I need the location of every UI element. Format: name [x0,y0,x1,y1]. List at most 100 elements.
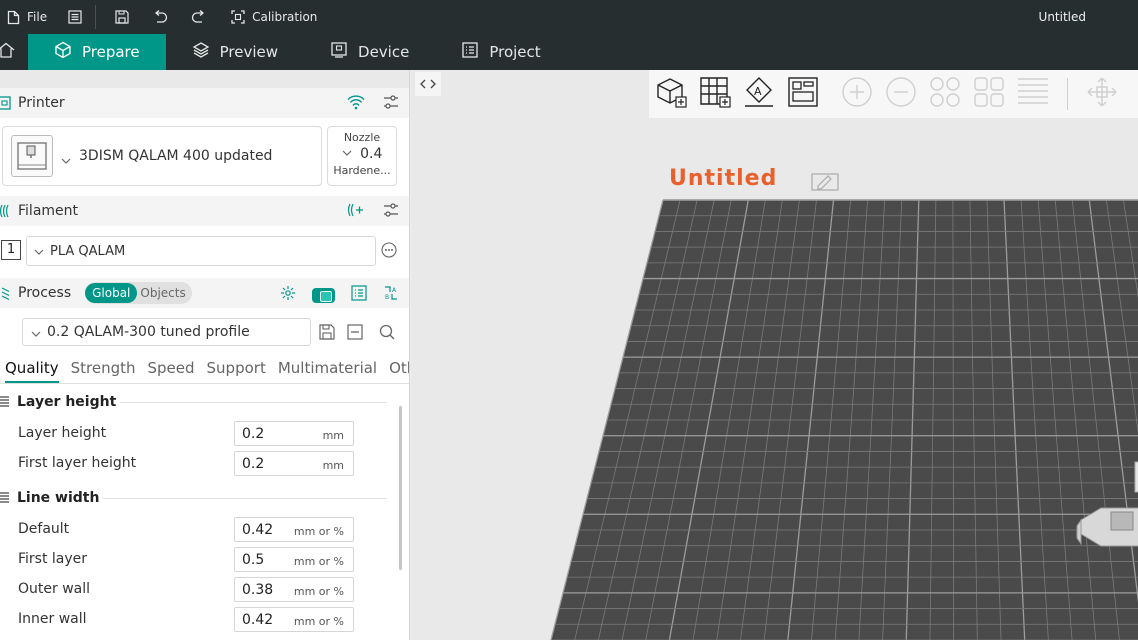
compare-icon[interactable]: AB [383,285,399,305]
layer-group-icon [0,396,11,408]
sidebar-top-strip [0,70,409,88]
document-title: Untitled [1038,10,1086,24]
add-plate-button[interactable] [693,70,737,118]
add-filament-icon[interactable] [347,202,365,222]
build-plate[interactable] [411,70,1138,640]
viewport-toolbar: A [649,70,1138,118]
subtab-others[interactable]: Oth... [389,359,409,383]
move-button[interactable] [1080,70,1124,118]
zoom-in-button[interactable] [835,70,879,118]
undo-button[interactable] [152,0,168,34]
remove-profile-icon[interactable] [346,323,364,345]
zoom-in-icon [840,75,874,113]
subtab-strength[interactable]: Strength [71,359,136,383]
save-profile-icon[interactable] [318,323,336,345]
process-profile-selector[interactable]: 0.2 QALAM-300 tuned profile [22,318,311,346]
param-value: 0.42 [242,612,274,628]
first-layer-line-width-input[interactable]: 0.5 mm or % [234,547,354,572]
auto-orient-button[interactable]: A [737,70,781,118]
toolbar-separator [1067,78,1068,110]
save-button[interactable] [114,0,130,34]
inner-wall-line-width-input[interactable]: 0.42 mm or % [234,607,354,632]
layer-height-input[interactable]: 0.2 mm [234,421,354,446]
default-line-width-input[interactable]: 0.42 mm or % [234,517,354,542]
first-layer-height-input[interactable]: 0.2 mm [234,451,354,476]
plate-name: Untitled [669,168,778,191]
subtab-support[interactable]: Support [207,359,266,383]
tab-prepare-label: Prepare [82,43,140,61]
plate-name-label[interactable]: Untitled [669,168,869,194]
process-subtabs: Quality Strength Speed Support Multimate… [0,356,409,384]
printer-icon [0,95,14,111]
layers-icon [192,41,210,63]
tab-device[interactable]: Device [304,34,435,70]
undo-icon [152,9,168,25]
project-icon [461,41,479,63]
menu-icon [67,9,83,25]
redo-button[interactable] [190,0,206,34]
model-preview[interactable] [1071,460,1138,560]
tab-project[interactable]: Project [435,34,566,70]
filament-slot-number[interactable]: 1 [1,240,21,260]
zoom-out-button[interactable] [879,70,923,118]
process-list-icon[interactable] [351,285,367,305]
advanced-mode-switch[interactable] [312,287,335,303]
filament-selector[interactable]: PLA QALAM [26,236,376,266]
filament-icon [0,203,14,219]
filament-settings-icon[interactable] [383,202,399,222]
calibration-label: Calibration [252,10,318,24]
more-icon[interactable] [381,242,397,258]
subtab-speed[interactable]: Speed [148,359,195,383]
cube-icon [54,41,72,63]
process-icon [0,285,14,301]
add-cube-button[interactable] [649,70,693,118]
device-icon [330,41,348,63]
subtab-multimaterial[interactable]: Multimaterial [278,359,377,383]
param-label: Outer wall [18,581,91,597]
filament-section-header[interactable]: Filament [0,196,409,226]
profile-row: 0.2 QALAM-300 tuned profile [0,308,409,356]
save-icon [114,9,130,25]
global-objects-toggle[interactable]: Global Objects [85,282,192,304]
chevron-down-icon [34,246,44,256]
nozzle-selector[interactable]: Nozzle 0.4 Hardene... [327,126,397,186]
file-menu-label: File [27,10,48,24]
search-icon[interactable] [378,323,396,345]
advanced-icon[interactable] [280,285,296,305]
settings-scrollbar[interactable] [399,406,402,570]
wifi-icon[interactable] [347,94,365,114]
file-menu[interactable]: File [5,0,47,34]
calibration-menu[interactable]: Calibration [230,0,317,34]
printer-settings-icon[interactable] [383,94,399,114]
split-objects-button[interactable] [923,70,967,118]
param-label: Layer height [18,425,107,441]
printer-section-header[interactable]: Printer [0,88,409,118]
split-parts-button[interactable] [967,70,1011,118]
arrange-button[interactable] [781,70,825,118]
process-profile-name: 0.2 QALAM-300 tuned profile [47,324,250,340]
variable-layer-button[interactable] [1011,70,1055,118]
tab-preview[interactable]: Preview [166,34,304,70]
tab-prepare[interactable]: Prepare [28,34,166,70]
calibration-icon [230,9,246,25]
arrange-icon [786,75,820,113]
toggle-objects[interactable]: Objects [137,283,191,303]
outer-wall-line-width-input[interactable]: 0.38 mm or % [234,577,354,602]
tab-home[interactable] [0,34,28,70]
grid-icon [698,75,732,113]
3d-viewport[interactable]: A Untitled [411,70,1138,640]
layout-icon [972,75,1006,113]
group-divider [102,498,387,499]
param-first-layer-line-width: First layer 0.5 mm or % [0,544,409,574]
param-value: 0.2 [242,456,265,472]
toggle-global[interactable]: Global [85,283,138,303]
collapse-sidebar-button[interactable] [415,72,441,96]
printer-selector[interactable]: 3DISM QALAM 400 updated [2,126,322,186]
printer-row: 3DISM QALAM 400 updated Nozzle 0.4 Harde… [0,118,409,196]
subtab-quality[interactable]: Quality [5,359,59,383]
nozzle-size: 0.4 [360,146,383,162]
edit-icon[interactable] [811,170,839,194]
main-tab-bar: Prepare Preview Device Project [0,34,1138,70]
main-menu-button[interactable] [67,0,83,34]
param-label: Default [18,521,70,537]
